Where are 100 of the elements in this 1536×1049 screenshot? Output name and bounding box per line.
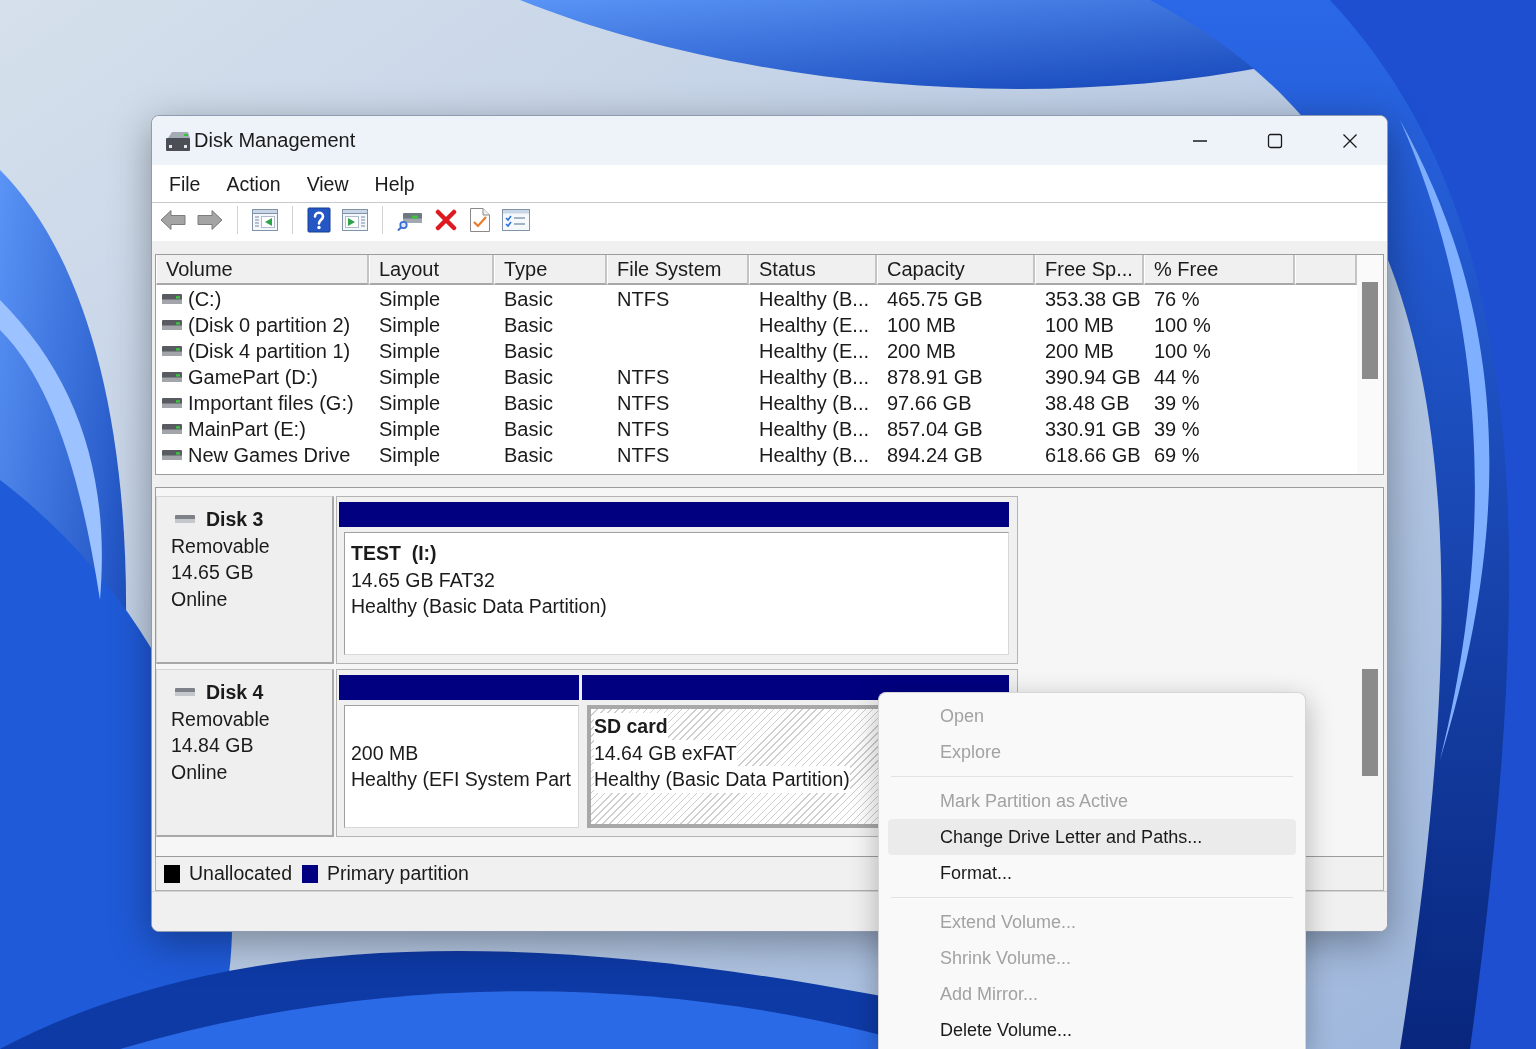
drive-icon [162, 319, 182, 331]
column-header[interactable]: Layout [369, 255, 494, 285]
partition-status: Healthy (Basic Data Partition) [594, 766, 850, 793]
table-cell-text: Healthy (B... [758, 391, 871, 416]
menu-item[interactable]: Delete Volume... [888, 1012, 1296, 1048]
table-cell-text: MainPart (E:) [188, 417, 306, 442]
panel-icon[interactable] [252, 209, 278, 231]
panel-icon[interactable] [342, 209, 368, 231]
table-cell-text: Basic [503, 443, 554, 468]
drive-icon [162, 371, 182, 383]
table-cell-text: Basic [503, 365, 554, 390]
legend-label: Unallocated [189, 862, 292, 885]
table-cell-text: NTFS [616, 365, 671, 390]
help-icon[interactable] [307, 207, 331, 233]
table-cell-text: NTFS [616, 417, 671, 442]
column-header[interactable]: Free Sp... [1035, 255, 1144, 285]
table-cell-text: Healthy (B... [758, 443, 871, 468]
column-header[interactable]: File System [607, 255, 749, 285]
table-cell-text: Healthy (B... [758, 365, 871, 390]
table-cell-text: Healthy (E... [758, 313, 871, 338]
table-cell-text: Simple [378, 365, 442, 390]
drive-icon [162, 423, 182, 435]
menu-item[interactable]: File [156, 168, 214, 199]
table-cell-text: 200 MB [886, 339, 957, 364]
disk-info-panel[interactable]: Disk 3 Removable 14.65 GB Online [156, 496, 334, 664]
column-header[interactable]: Type [494, 255, 607, 285]
table-cell-text: 857.04 GB [886, 417, 984, 442]
table-cell-text: 39 % [1153, 391, 1201, 416]
table-cell-text: (Disk 0 partition 2) [188, 313, 351, 338]
close-icon[interactable] [1341, 132, 1358, 149]
delete-icon[interactable] [434, 209, 458, 231]
table-cell-text: Simple [378, 313, 442, 338]
window-title: Disk Management [194, 129, 356, 152]
table-cell-text: GamePart (D:) [188, 365, 319, 390]
partition-box[interactable]: 200 MB Healthy (EFI System Part [344, 705, 579, 828]
menu-item[interactable]: Change Drive Letter and Paths... [888, 819, 1296, 855]
table-cell-text: 894.24 GB [886, 443, 984, 468]
disk-info-panel[interactable]: Disk 4 Removable 14.84 GB Online [156, 669, 334, 837]
table-cell-text: Healthy (B... [758, 287, 871, 312]
table-cell-text: NTFS [616, 443, 671, 468]
table-cell-text: Basic [503, 313, 554, 338]
table-cell-text: 465.75 GB [886, 287, 984, 312]
menu-item[interactable]: View [293, 168, 362, 199]
partition-size: 14.64 GB exFAT [594, 739, 737, 766]
table-cell-text: 39 % [1153, 417, 1201, 442]
legend-label: Primary partition [327, 862, 469, 885]
column-header[interactable]: % Free [1144, 255, 1295, 285]
table-cell-text: NTFS [616, 287, 671, 312]
table-cell-text: 38.48 GB [1044, 391, 1131, 416]
table-cell-text: 69 % [1153, 443, 1201, 468]
table-cell-text: Simple [378, 339, 442, 364]
disk-status: Online [171, 586, 228, 612]
disk-type: Removable [171, 533, 270, 559]
table-cell-text: 878.91 GB [886, 365, 984, 390]
partition-box[interactable]: TEST (I:) 14.65 GB FAT32 Healthy (Basic Data Partition) [344, 532, 1009, 655]
drive-icon [165, 129, 191, 152]
document-check-icon[interactable] [469, 207, 491, 233]
partition-name: SD card [594, 713, 668, 740]
table-cell-text: 200 MB [1044, 339, 1115, 364]
menu-item[interactable]: Help [361, 168, 428, 199]
table-cell-text: Basic [503, 417, 554, 442]
disk-name: Disk 3 [206, 507, 264, 532]
table-cell-text: (C:) [188, 287, 222, 312]
table-cell-text: Healthy (B... [758, 417, 871, 442]
table-cell-text: Basic [503, 287, 554, 312]
drive-icon [162, 345, 182, 357]
table-cell-text: Important files (G:) [188, 391, 354, 416]
table-cell-text: Simple [378, 417, 442, 442]
table-cell-text: 100 % [1153, 313, 1212, 338]
menu-item[interactable]: Action [213, 168, 294, 199]
checklist-icon[interactable] [502, 209, 530, 231]
scrollbar-thumb[interactable] [1362, 282, 1378, 379]
table-cell-text: 44 % [1153, 365, 1201, 390]
scrollbar-thumb[interactable] [1362, 669, 1378, 776]
table-cell-text: 76 % [1153, 287, 1201, 312]
drive-icon [162, 293, 182, 305]
table-cell-text: New Games Drive [188, 443, 351, 468]
column-header[interactable]: Status [749, 255, 877, 285]
table-cell-text: 330.91 GB [1044, 417, 1142, 442]
table-cell-text: (Disk 4 partition 1) [188, 339, 351, 364]
disk-size: 14.84 GB [171, 733, 254, 758]
table-cell-text: Basic [503, 391, 554, 416]
column-header[interactable]: Volume [156, 255, 369, 285]
table-cell-text: Simple [378, 287, 442, 312]
forward-arrow-icon[interactable] [197, 209, 223, 231]
disk-status: Online [171, 759, 228, 785]
drive-icon [162, 449, 182, 461]
table-cell-text: Simple [378, 443, 442, 468]
disk-type: Removable [171, 706, 270, 732]
back-arrow-icon[interactable] [160, 209, 186, 231]
column-header[interactable]: Capacity [877, 255, 1035, 285]
table-cell-text: 353.38 GB [1044, 287, 1142, 312]
maximize-icon[interactable] [1266, 132, 1283, 149]
table-cell-text: 618.66 GB [1044, 443, 1142, 468]
menu-item[interactable]: Format... [888, 855, 1296, 891]
drive-icon [162, 397, 182, 409]
table-cell-text: 390.94 GB [1044, 365, 1142, 390]
table-cell-text: 100 MB [886, 313, 957, 338]
table-cell-text: Simple [378, 391, 442, 416]
table-cell-text: NTFS [616, 391, 671, 416]
